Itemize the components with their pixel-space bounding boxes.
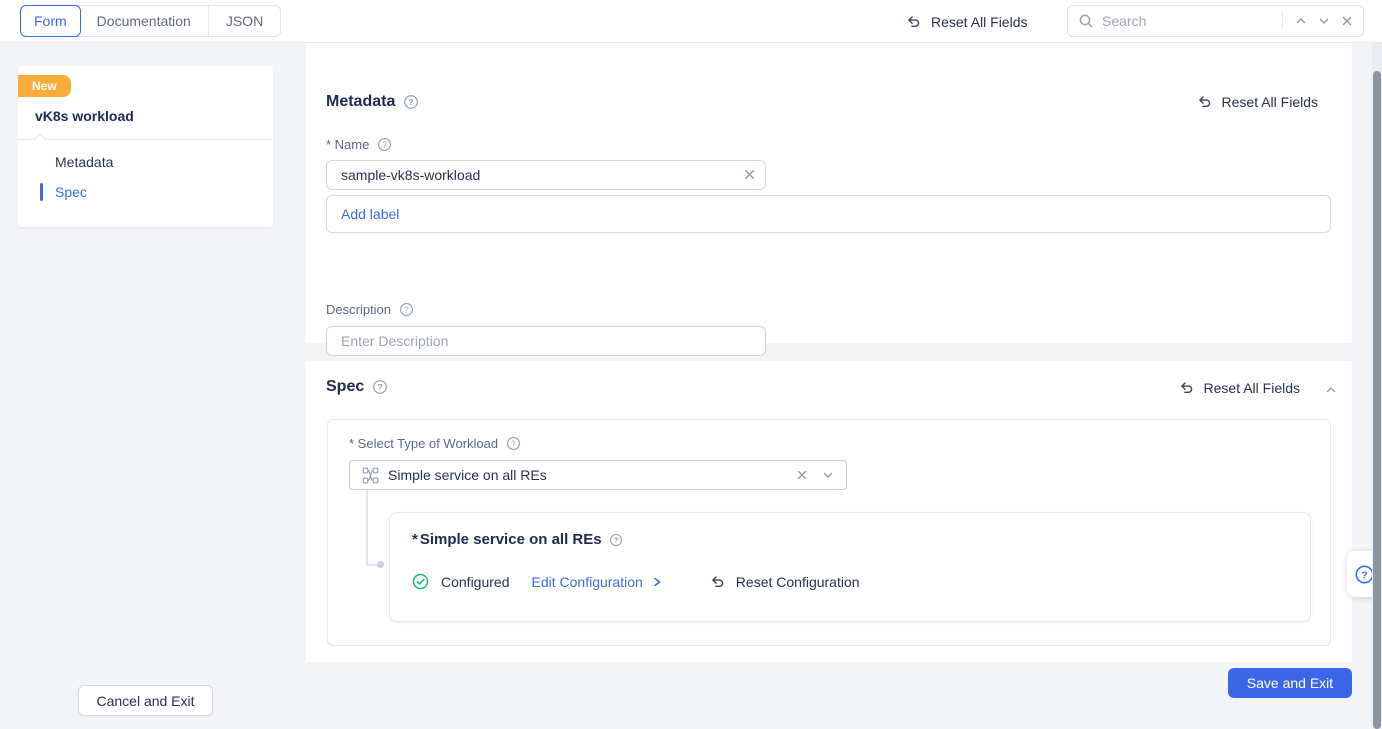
undo-icon: [905, 14, 922, 30]
search-controls: [1282, 12, 1353, 30]
chevron-down-icon[interactable]: [822, 469, 834, 481]
help-icon[interactable]: ?: [377, 137, 392, 152]
metadata-reset-fields-button[interactable]: Reset All Fields: [1196, 94, 1318, 110]
search-icon: [1078, 13, 1094, 29]
svg-text:?: ?: [511, 439, 516, 448]
description-field-label: Description ?: [326, 302, 414, 317]
chevron-right-icon: [651, 576, 663, 588]
svg-text:?: ?: [409, 97, 414, 107]
workload-type-label: * Select Type of Workload ?: [349, 436, 521, 451]
section-title-text: Spec: [326, 378, 364, 396]
help-icon[interactable]: ?: [609, 533, 623, 547]
spec-reset-fields-button[interactable]: Reset All Fields: [1178, 380, 1300, 396]
required-mark: *: [412, 531, 418, 548]
caret-notch: [34, 133, 45, 144]
new-badge: New: [18, 75, 71, 97]
reset-fields-label: Reset All Fields: [1222, 94, 1318, 110]
description-input-wrap: [326, 326, 766, 356]
collapse-chevron-icon[interactable]: [1325, 384, 1337, 396]
name-input-wrap: [326, 160, 766, 190]
svg-text:?: ?: [378, 382, 383, 392]
tab-form[interactable]: Form: [20, 5, 81, 37]
workload-type-container: * Select Type of Workload ? Simple servi…: [327, 419, 1331, 646]
help-icon[interactable]: ?: [506, 436, 521, 451]
connector-dot: [377, 561, 384, 568]
name-field-label: * Name ?: [326, 137, 392, 152]
help-icon[interactable]: ?: [372, 379, 388, 395]
config-status-row: Configured Edit Configuration Reset Conf…: [412, 573, 860, 590]
topbar: Form Documentation JSON Reset All Fields: [0, 0, 1382, 43]
select-controls: [796, 469, 834, 481]
labels-box: Add label: [326, 195, 1331, 233]
check-circle-icon: [412, 573, 429, 590]
label-text: * Select Type of Workload: [349, 436, 498, 451]
reset-configuration-button[interactable]: Reset Configuration: [709, 574, 860, 590]
workload-type-select[interactable]: Simple service on all REs: [349, 460, 847, 490]
metadata-section-title: Metadata ?: [326, 93, 419, 111]
spec-section-title: Spec ?: [326, 378, 388, 396]
reset-configuration-label: Reset Configuration: [736, 574, 860, 590]
spec-section: Spec ? Reset All Fields * Select Type of…: [306, 361, 1352, 662]
label-text: * Name: [326, 137, 369, 152]
svg-text:?: ?: [383, 140, 388, 149]
undo-icon: [1178, 380, 1195, 396]
reset-all-fields-label: Reset All Fields: [931, 14, 1027, 30]
chevron-down-icon[interactable]: [1318, 15, 1330, 27]
tab-json[interactable]: JSON: [208, 6, 280, 36]
divider: [1282, 12, 1283, 30]
workload-type-icon: [362, 467, 379, 484]
view-tab-group: Form Documentation JSON: [20, 5, 281, 37]
connector-line: [366, 564, 377, 566]
metadata-section: Metadata ? Reset All Fields * Name ? Lab…: [306, 43, 1352, 343]
tab-documentation[interactable]: Documentation: [80, 6, 208, 36]
divider: [18, 139, 273, 140]
config-card-title: * Simple service on all REs ?: [412, 531, 623, 548]
sidebar-title: vK8s workload: [35, 108, 134, 124]
save-and-exit-button[interactable]: Save and Exit: [1228, 668, 1352, 698]
chevron-up-icon[interactable]: [1295, 15, 1307, 27]
undo-icon: [1196, 94, 1213, 110]
sidebar-item-metadata[interactable]: Metadata: [55, 154, 113, 170]
label-text: Description: [326, 302, 391, 317]
svg-text:?: ?: [404, 305, 409, 314]
reset-fields-label: Reset All Fields: [1204, 380, 1300, 396]
svg-text:?: ?: [613, 535, 618, 544]
search-input[interactable]: [1102, 13, 1282, 29]
clear-selection-icon[interactable]: [796, 469, 808, 481]
active-indicator-bar: [40, 183, 43, 201]
workload-config-card: * Simple service on all REs ? Configured…: [389, 512, 1311, 622]
connector-line: [366, 490, 368, 564]
vk8s-workload-form-page: Form Documentation JSON Reset All Fields: [0, 0, 1382, 729]
workload-type-value: Simple service on all REs: [388, 467, 787, 483]
cancel-and-exit-button[interactable]: Cancel and Exit: [78, 685, 213, 716]
add-label-button[interactable]: Add label: [341, 206, 399, 222]
sidebar-nav-card: New vK8s workload Metadata Spec: [18, 66, 273, 227]
help-icon[interactable]: ?: [403, 94, 419, 110]
edit-configuration-label: Edit Configuration: [532, 574, 643, 590]
description-input[interactable]: [326, 326, 766, 356]
svg-text:?: ?: [1361, 569, 1367, 581]
clear-name-icon[interactable]: [743, 168, 756, 181]
status-badge: Configured: [441, 574, 510, 590]
edit-configuration-link[interactable]: Edit Configuration: [532, 574, 663, 590]
sidebar-item-spec[interactable]: Spec: [55, 184, 87, 200]
close-icon[interactable]: [1341, 15, 1353, 27]
help-icon[interactable]: ?: [399, 302, 414, 317]
reset-all-fields-button[interactable]: Reset All Fields: [905, 0, 1027, 43]
config-title-text: Simple service on all REs: [420, 531, 602, 548]
section-title-text: Metadata: [326, 93, 395, 111]
undo-icon: [709, 574, 726, 590]
scrollbar-thumb[interactable]: [1373, 71, 1381, 729]
name-input[interactable]: [326, 160, 766, 190]
search-box: [1067, 5, 1364, 37]
